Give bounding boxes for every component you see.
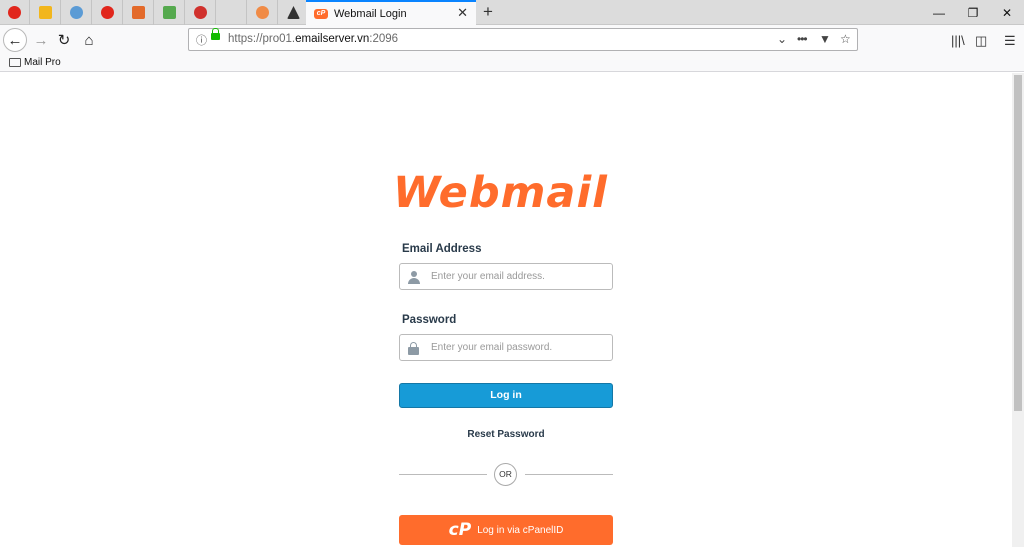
password-placeholder: Enter your email password. [431, 342, 553, 353]
url-text[interactable]: https://pro01.emailserver.vn:2096 [228, 33, 398, 45]
cpanel-favicon-icon: cP [314, 8, 328, 19]
bookmarks-bar: Mail Pro [0, 55, 1024, 72]
email-placeholder: Enter your email address. [431, 271, 545, 282]
pinned-tab-blank[interactable] [217, 0, 247, 25]
x-circle-icon [256, 6, 269, 19]
reset-password-link[interactable]: Reset Password [399, 429, 613, 440]
home-button[interactable]: ⌂ [77, 28, 101, 52]
webmail-logo: Webmail [393, 168, 608, 218]
close-tab-icon[interactable]: ✕ [457, 5, 468, 21]
star-icon[interactable]: ☆ [840, 32, 851, 46]
scrollbar-thumb[interactable] [1014, 75, 1022, 411]
tab-webmail-login[interactable]: cP Webmail Login ✕ [306, 0, 476, 25]
bookmark-label: Mail Pro [24, 57, 61, 68]
shield-icon [39, 6, 52, 19]
nav-bar: ← → ↻ ⌂ ⓘ https://pro01.emailserver.vn:2… [0, 25, 1024, 55]
pin-icon [194, 6, 207, 19]
pinned-tab-image[interactable] [155, 0, 185, 25]
scrollbar[interactable] [1012, 73, 1024, 547]
pinned-tab-x[interactable] [248, 0, 278, 25]
minimize-button[interactable]: — [922, 0, 956, 25]
menu-icon[interactable]: ☰ [1004, 33, 1016, 49]
close-window-button[interactable]: ✕ [990, 0, 1024, 25]
pinned-tab-pin[interactable] [186, 0, 216, 25]
cpanelid-login-button[interactable]: cP Log in via cPanelID [399, 515, 613, 545]
back-button[interactable]: ← [3, 28, 27, 52]
divider-right [525, 474, 613, 475]
pinned-tab-plus[interactable] [62, 0, 92, 25]
email-field[interactable]: Enter your email address. [399, 263, 613, 290]
tab-title: Webmail Login [334, 7, 407, 20]
restore-button[interactable]: ❐ [956, 0, 990, 25]
url-bar[interactable]: ⓘ https://pro01.emailserver.vn:2096 ⌄ ••… [188, 28, 858, 51]
cpanel-icon: cP [448, 519, 472, 540]
chevron-down-icon[interactable]: ⌄ [777, 32, 787, 46]
password-field[interactable]: Enter your email password. [399, 334, 613, 361]
opera-icon [101, 6, 114, 19]
new-tab-button[interactable]: + [478, 1, 498, 23]
pen-icon [132, 6, 145, 19]
image-icon [163, 6, 176, 19]
padlock-icon [408, 341, 419, 355]
pinned-tab-opera[interactable] [0, 0, 30, 25]
more-actions-icon[interactable]: ••• [797, 32, 808, 46]
reload-button[interactable]: ↻ [52, 28, 76, 52]
opera-icon [8, 6, 21, 19]
cpanelid-label: Log in via cPanelID [477, 524, 564, 536]
or-separator: OR [494, 463, 517, 486]
sidebar-icon[interactable]: ◫ [975, 33, 987, 49]
user-icon [407, 270, 420, 284]
forward-button[interactable]: → [29, 28, 53, 52]
library-icon[interactable]: |||\ [951, 33, 965, 48]
plus-icon [70, 6, 83, 19]
pinned-tab-sail[interactable] [279, 0, 309, 25]
sail-icon [287, 6, 300, 19]
password-label: Password [402, 314, 457, 326]
info-icon[interactable]: ⓘ [196, 32, 207, 48]
user-icon-box [400, 264, 426, 289]
pinned-tab-opera-2[interactable] [93, 0, 123, 25]
blank-icon [225, 6, 238, 19]
login-button[interactable]: Log in [399, 383, 613, 408]
lock-icon [211, 28, 220, 40]
pocket-icon[interactable]: ▼ [819, 32, 831, 46]
tab-bar: cP Webmail Login ✕ + — ❐ ✕ [0, 0, 1024, 25]
folder-icon [9, 58, 21, 67]
lock-icon-box [400, 335, 426, 360]
bookmark-mail-pro[interactable]: Mail Pro [9, 57, 61, 68]
pinned-tab-pen[interactable] [124, 0, 154, 25]
email-label: Email Address [402, 243, 482, 255]
divider-left [399, 474, 487, 475]
pinned-tab-shield[interactable] [31, 0, 61, 25]
